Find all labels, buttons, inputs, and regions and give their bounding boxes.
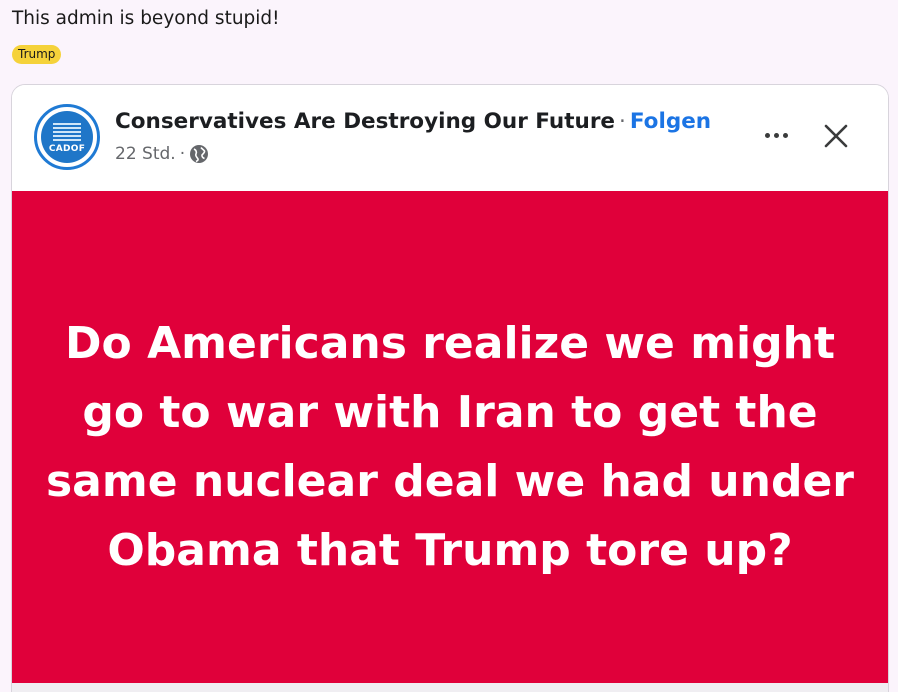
avatar-logo: CADOF: [41, 111, 93, 163]
post-time[interactable]: 22 Std.: [115, 143, 176, 165]
page-name-row: Conservatives Are Destroying Our Future ·…: [115, 107, 711, 137]
post-flair[interactable]: Trump: [12, 45, 62, 64]
flag-icon: [53, 123, 81, 141]
embedded-facebook-post[interactable]: CADOF Conservatives Are Destroying Our F…: [11, 84, 889, 692]
page-name[interactable]: Conservatives Are Destroying Our Future: [115, 109, 615, 134]
image-text-line: Do Americans realize we might: [65, 318, 835, 369]
separator-dot: ·: [619, 109, 626, 134]
meta-separator: ·: [179, 144, 186, 164]
facebook-post-header: CADOF Conservatives Are Destroying Our F…: [12, 85, 888, 191]
image-text-line: same nuclear deal we had under: [45, 456, 854, 507]
image-text-line: go to war with Iran to get the: [82, 387, 818, 438]
globe-icon: [189, 144, 209, 164]
close-icon[interactable]: [818, 118, 854, 154]
follow-button[interactable]: Folgen: [630, 109, 711, 134]
post-meta: 22 Std. ·: [115, 143, 209, 165]
image-text-line: Obama that Trump tore up?: [107, 525, 793, 576]
avatar-label: CADOF: [48, 144, 86, 154]
post-title: This admin is beyond stupid!: [12, 8, 280, 29]
image-text: Do Americans realize we might go to war …: [12, 309, 888, 585]
more-options-icon[interactable]: [756, 119, 796, 151]
post-image[interactable]: Do Americans realize we might go to war …: [12, 191, 888, 683]
page-avatar[interactable]: CADOF: [34, 104, 100, 170]
post-footer-edge: [12, 683, 888, 692]
